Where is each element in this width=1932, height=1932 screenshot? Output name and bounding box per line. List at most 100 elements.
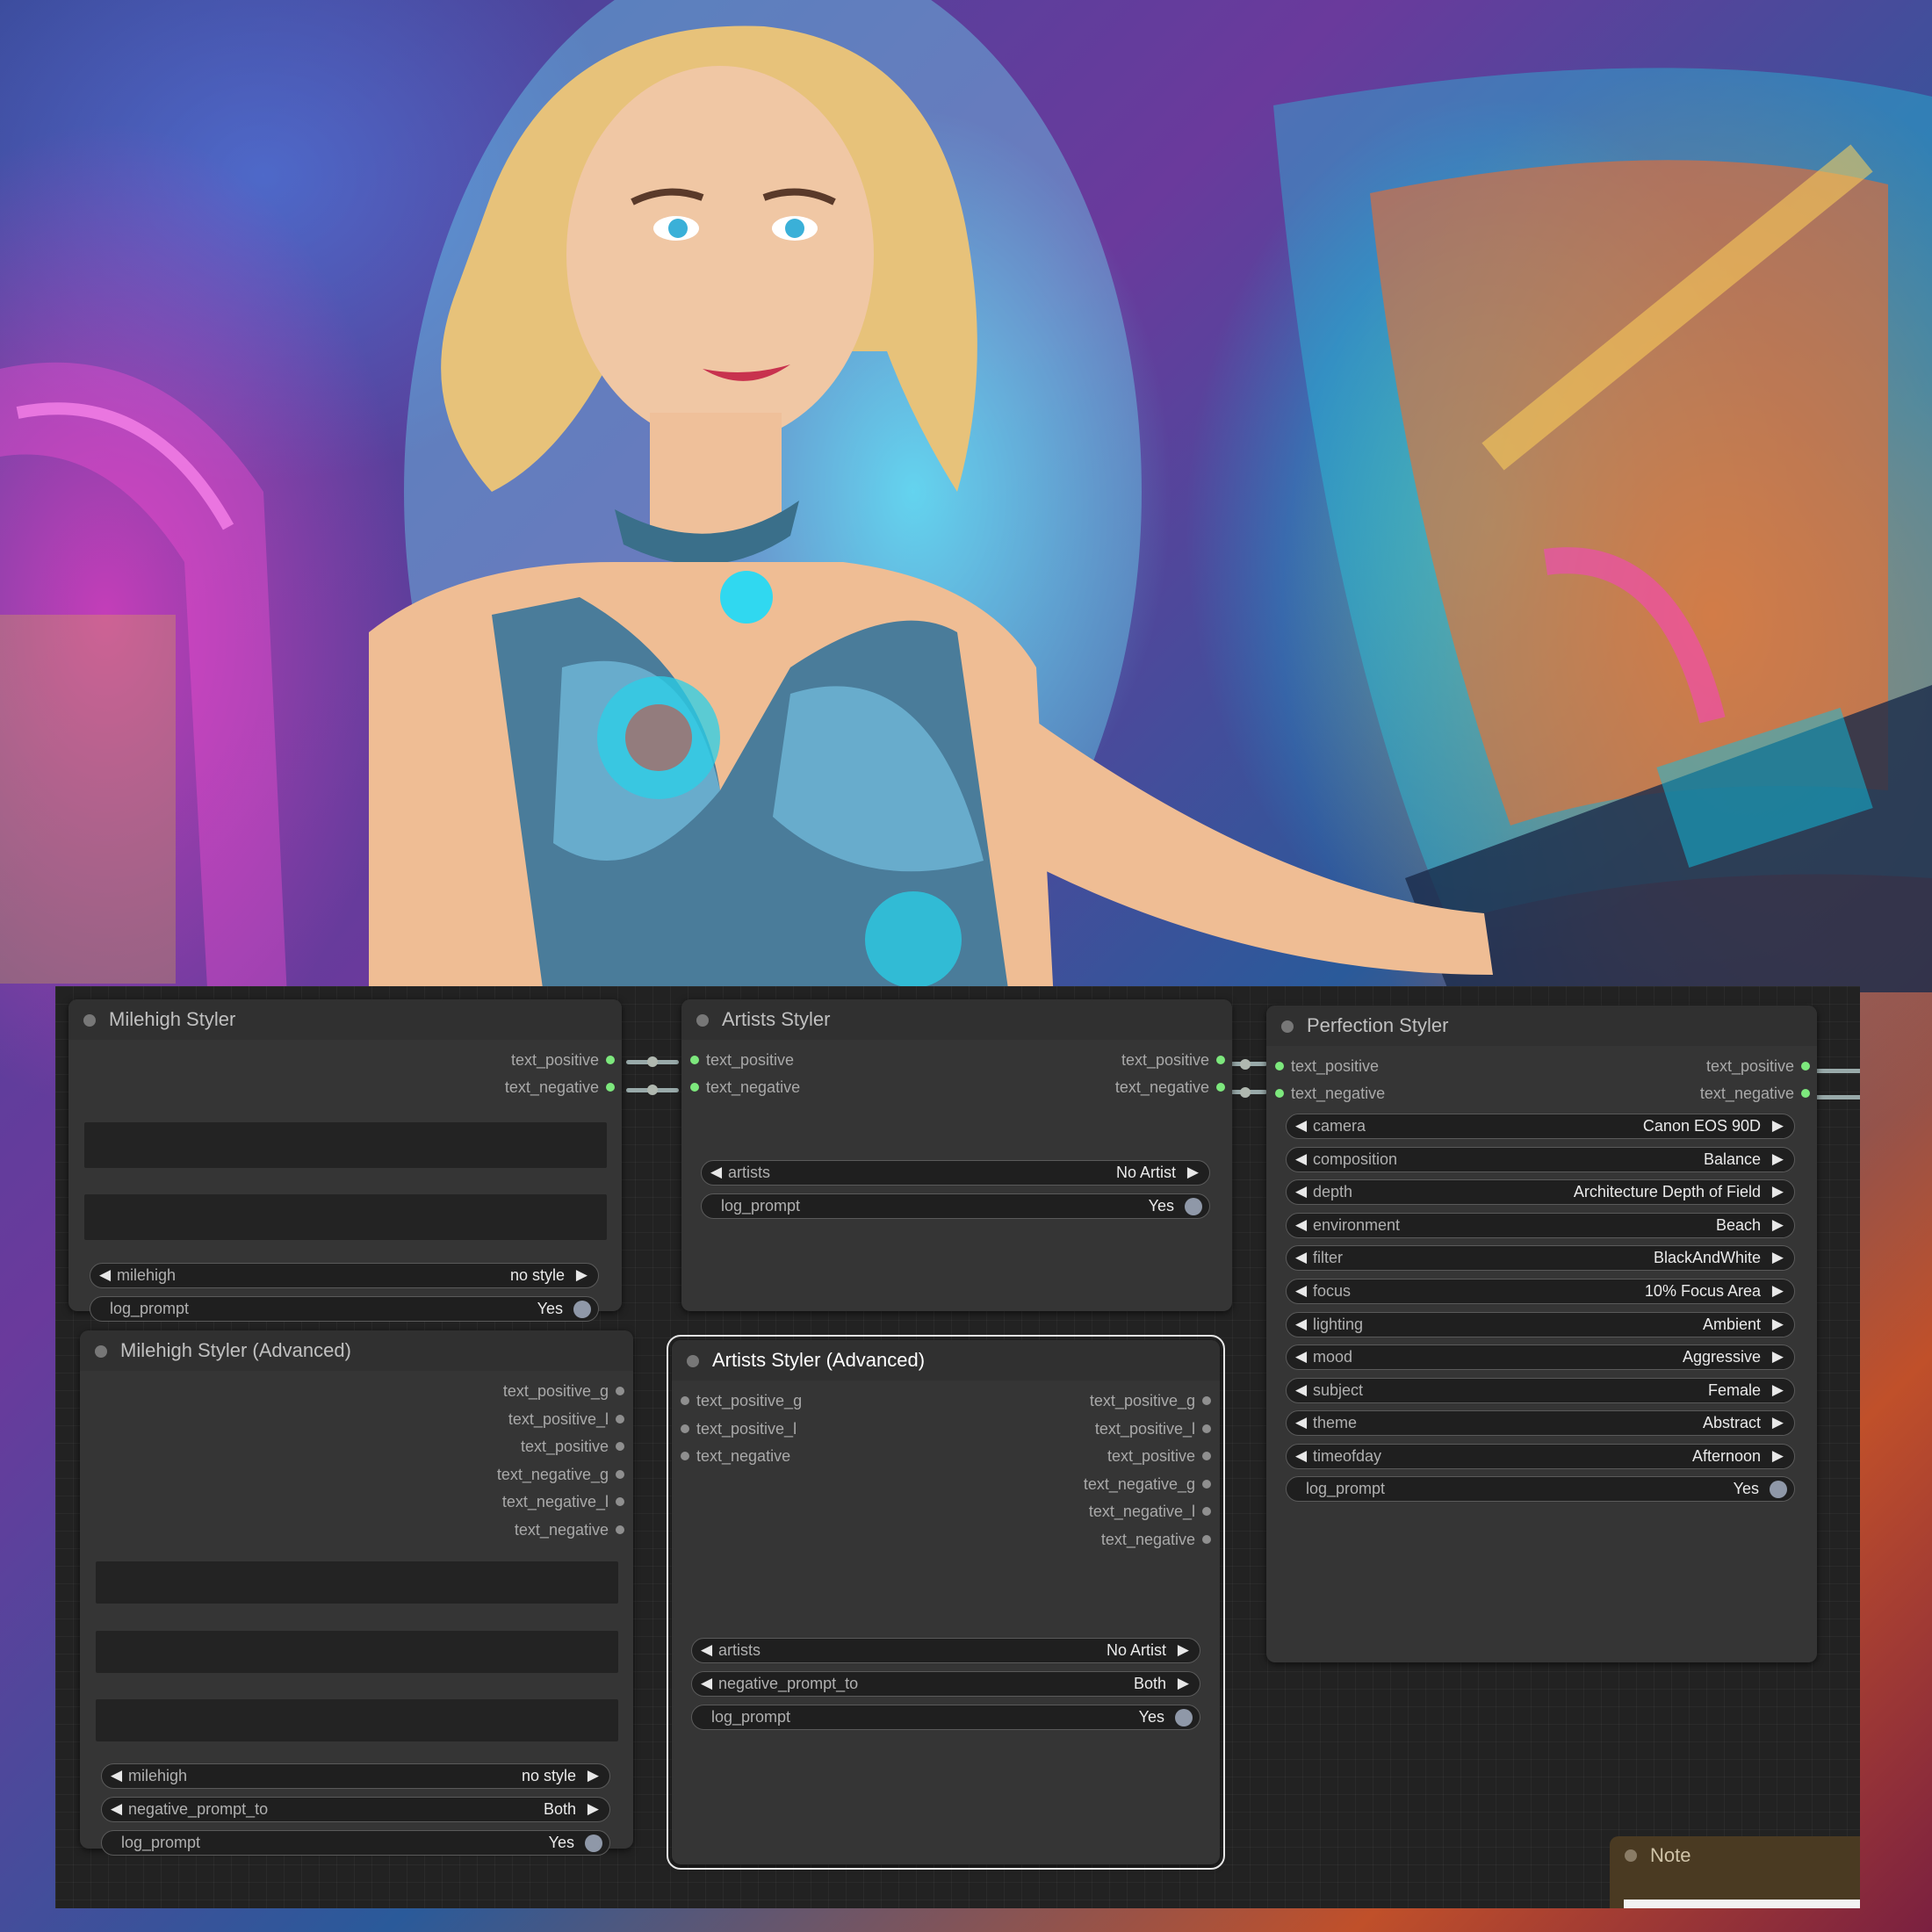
- decrement-arrow-icon[interactable]: ◀: [1295, 1280, 1307, 1302]
- increment-arrow-icon[interactable]: ▶: [588, 1764, 599, 1787]
- node-title[interactable]: Perfection Styler: [1266, 1006, 1817, 1046]
- output-slot[interactable]: text_negative_l: [1089, 1502, 1211, 1521]
- output-pin[interactable]: [1216, 1083, 1225, 1092]
- output-pin[interactable]: [1801, 1089, 1810, 1098]
- output-slot[interactable]: text_negative: [515, 1520, 624, 1539]
- mood-combo[interactable]: ◀ mood Aggressive ▶: [1286, 1344, 1795, 1371]
- input-slot[interactable]: text_positive_l: [681, 1419, 797, 1438]
- increment-arrow-icon[interactable]: ▶: [1772, 1345, 1784, 1368]
- output-pin[interactable]: [616, 1497, 624, 1506]
- increment-arrow-icon[interactable]: ▶: [1178, 1672, 1189, 1695]
- output-slot[interactable]: text_positive_g: [1090, 1391, 1211, 1410]
- milehigh-combo[interactable]: ◀ milehigh no style ▶: [101, 1763, 610, 1789]
- output-pin[interactable]: [1202, 1424, 1211, 1433]
- output-slot[interactable]: text_negative_g: [1084, 1474, 1211, 1494]
- decrement-arrow-icon[interactable]: ◀: [1295, 1445, 1307, 1467]
- decrement-arrow-icon[interactable]: ◀: [1295, 1379, 1307, 1402]
- artists-combo[interactable]: ◀ artists No Artist ▶: [691, 1638, 1200, 1663]
- input-slot[interactable]: text_positive: [1275, 1056, 1379, 1076]
- increment-arrow-icon[interactable]: ▶: [576, 1264, 588, 1287]
- increment-arrow-icon[interactable]: ▶: [1772, 1411, 1784, 1434]
- output-pin[interactable]: [606, 1056, 615, 1064]
- prompt-textarea[interactable]: [96, 1561, 618, 1604]
- output-slot[interactable]: text_negative_l: [502, 1492, 624, 1511]
- output-slot[interactable]: text_positive: [1121, 1050, 1225, 1070]
- input-slot[interactable]: text_positive: [690, 1050, 794, 1070]
- output-pin[interactable]: [616, 1387, 624, 1395]
- log-prompt-toggle[interactable]: log_prompt Yes: [691, 1705, 1200, 1730]
- toggle-knob-icon[interactable]: [1175, 1709, 1193, 1727]
- environment-combo[interactable]: ◀ environment Beach ▶: [1286, 1212, 1795, 1238]
- output-slot[interactable]: text_positive: [521, 1437, 624, 1456]
- decrement-arrow-icon[interactable]: ◀: [1295, 1148, 1307, 1171]
- node-milehigh-styler[interactable]: Milehigh Styler text_positive text_negat…: [68, 999, 622, 1322]
- node-title[interactable]: Artists Styler (Advanced): [672, 1340, 1220, 1381]
- input-pin[interactable]: [681, 1396, 689, 1405]
- camera-combo[interactable]: ◀ camera Canon EOS 90D ▶: [1286, 1114, 1795, 1139]
- collapse-dot[interactable]: [1281, 1020, 1294, 1033]
- output-slot[interactable]: text_positive_l: [1095, 1419, 1211, 1438]
- milehigh-combo[interactable]: ◀ milehigh no style ▶: [90, 1263, 599, 1288]
- log-prompt-toggle[interactable]: log_prompt Yes: [90, 1296, 599, 1322]
- output-slot[interactable]: text_positive_l: [508, 1409, 624, 1429]
- increment-arrow-icon[interactable]: ▶: [1772, 1313, 1784, 1336]
- increment-arrow-icon[interactable]: ▶: [1772, 1280, 1784, 1302]
- increment-arrow-icon[interactable]: ▶: [1772, 1214, 1784, 1236]
- output-pin[interactable]: [1202, 1396, 1211, 1405]
- node-milehigh-styler-advanced[interactable]: Milehigh Styler (Advanced) text_positive…: [80, 1330, 633, 1856]
- toggle-knob-icon[interactable]: [573, 1301, 591, 1318]
- filter-combo[interactable]: ◀ filter BlackAndWhite ▶: [1286, 1245, 1795, 1272]
- increment-arrow-icon[interactable]: ▶: [1178, 1639, 1189, 1662]
- decrement-arrow-icon[interactable]: ◀: [111, 1764, 122, 1787]
- collapse-dot[interactable]: [83, 1014, 96, 1027]
- increment-arrow-icon[interactable]: ▶: [1772, 1379, 1784, 1402]
- decrement-arrow-icon[interactable]: ◀: [1295, 1345, 1307, 1368]
- input-pin[interactable]: [1275, 1089, 1284, 1098]
- node-title[interactable]: Milehigh Styler: [68, 999, 622, 1040]
- input-slot[interactable]: text_negative: [681, 1446, 790, 1466]
- toggle-knob-icon[interactable]: [585, 1835, 602, 1852]
- log-prompt-toggle[interactable]: log_prompt Yes: [1286, 1476, 1795, 1502]
- output-slot[interactable]: text_negative: [1101, 1530, 1211, 1549]
- output-pin[interactable]: [1202, 1534, 1211, 1544]
- collapse-dot[interactable]: [1625, 1849, 1637, 1862]
- input-slot[interactable]: text_negative: [690, 1078, 800, 1097]
- link-midpoint[interactable]: [1240, 1059, 1251, 1070]
- increment-arrow-icon[interactable]: ▶: [1772, 1148, 1784, 1171]
- toggle-knob-icon[interactable]: [1770, 1481, 1787, 1498]
- output-slot[interactable]: text_negative: [1700, 1084, 1810, 1103]
- output-pin[interactable]: [1202, 1452, 1211, 1460]
- decrement-arrow-icon[interactable]: ◀: [1295, 1214, 1307, 1236]
- output-slot[interactable]: text_positive_g: [503, 1381, 624, 1401]
- increment-arrow-icon[interactable]: ▶: [1772, 1445, 1784, 1467]
- focus-combo[interactable]: ◀ focus 10% Focus Area ▶: [1286, 1279, 1795, 1304]
- decrement-arrow-icon[interactable]: ◀: [701, 1672, 712, 1695]
- collapse-dot[interactable]: [95, 1345, 107, 1358]
- lighting-combo[interactable]: ◀ lighting Ambient ▶: [1286, 1311, 1795, 1337]
- input-pin[interactable]: [681, 1452, 689, 1460]
- node-graph-canvas[interactable]: Milehigh Styler text_positive text_negat…: [55, 986, 1860, 1908]
- log-prompt-toggle[interactable]: log_prompt Yes: [101, 1830, 610, 1856]
- prompt-textarea[interactable]: [84, 1194, 607, 1240]
- prompt-textarea[interactable]: [84, 1122, 607, 1168]
- prompt-textarea[interactable]: [96, 1631, 618, 1673]
- output-pin[interactable]: [1216, 1056, 1225, 1064]
- node-title[interactable]: Note: [1610, 1836, 1860, 1875]
- increment-arrow-icon[interactable]: ▶: [1772, 1246, 1784, 1269]
- log-prompt-toggle[interactable]: log_prompt Yes: [701, 1193, 1210, 1219]
- decrement-arrow-icon[interactable]: ◀: [701, 1639, 712, 1662]
- input-pin[interactable]: [690, 1056, 699, 1064]
- timeofday-combo[interactable]: ◀ timeofday Afternoon ▶: [1286, 1444, 1795, 1469]
- increment-arrow-icon[interactable]: ▶: [588, 1798, 599, 1820]
- collapse-dot[interactable]: [696, 1014, 709, 1027]
- decrement-arrow-icon[interactable]: ◀: [710, 1161, 722, 1184]
- note-textarea[interactable]: Choose your favourite refiner: [1624, 1900, 1860, 1908]
- negative-prompt-to-combo[interactable]: ◀ negative_prompt_to Both ▶: [101, 1797, 610, 1822]
- increment-arrow-icon[interactable]: ▶: [1187, 1161, 1199, 1184]
- node-perfection-styler[interactable]: Perfection Styler text_positive text_neg…: [1266, 1006, 1817, 1662]
- decrement-arrow-icon[interactable]: ◀: [1295, 1180, 1307, 1203]
- increment-arrow-icon[interactable]: ▶: [1772, 1180, 1784, 1203]
- output-pin[interactable]: [616, 1442, 624, 1451]
- decrement-arrow-icon[interactable]: ◀: [1295, 1411, 1307, 1434]
- negative-prompt-to-combo[interactable]: ◀ negative_prompt_to Both ▶: [691, 1671, 1200, 1697]
